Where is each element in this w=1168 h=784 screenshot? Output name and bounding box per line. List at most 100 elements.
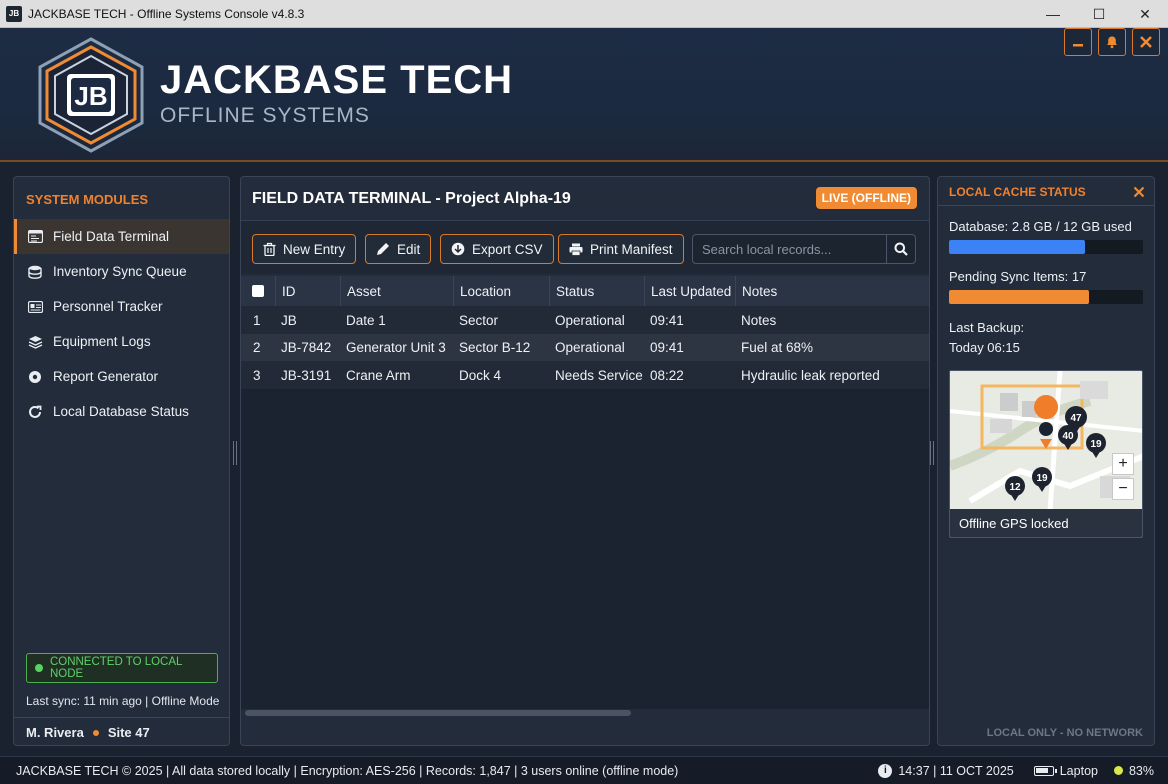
cell-location: Sector B-12 bbox=[459, 340, 531, 355]
window-titlebar: JB JACKBASE TECH - Offline Systems Conso… bbox=[0, 0, 1168, 28]
sidebar-item-label: Report Generator bbox=[53, 369, 159, 384]
print-manifest-button[interactable]: Print Manifest bbox=[558, 234, 684, 264]
last-sync-text: Last sync: 11 min ago | Offline Mode bbox=[26, 694, 220, 708]
brand-subtitle: OFFLINE SYSTEMS bbox=[160, 104, 370, 127]
row-number: 1 bbox=[253, 312, 261, 328]
table-empty-area bbox=[241, 389, 929, 709]
info-icon: i bbox=[878, 763, 893, 778]
export-csv-label: Export CSV bbox=[472, 241, 543, 257]
battery-percent: 83% bbox=[1128, 763, 1154, 778]
cell-asset: Date 1 bbox=[346, 312, 386, 328]
map-pin-label: 19 bbox=[1090, 439, 1102, 450]
print-manifest-label: Print Manifest bbox=[590, 241, 673, 257]
minimize-panel-button[interactable] bbox=[1064, 28, 1092, 56]
laptop-battery-icon bbox=[1033, 765, 1057, 776]
sidebar-item-equipment-logs[interactable]: Equipment Logs bbox=[14, 324, 229, 359]
new-entry-label: New Entry bbox=[283, 241, 346, 257]
map-pin-icon: 12 bbox=[1005, 476, 1025, 501]
sidebar-item-local-database-status[interactable]: Local Database Status bbox=[14, 394, 229, 429]
status-bar-info: JACKBASE TECH © 2025 | All data stored l… bbox=[16, 763, 679, 778]
device-label: Laptop bbox=[1059, 763, 1098, 778]
sidebar-title: SYSTEM MODULES bbox=[26, 192, 149, 207]
status-bar-right: i 14:37 | 11 OCT 2025 Laptop 83% bbox=[878, 763, 1154, 778]
sidebar-resize-handle[interactable] bbox=[233, 441, 237, 465]
map-pin-label: 19 bbox=[1036, 473, 1048, 484]
pencil-icon bbox=[376, 242, 390, 256]
sidebar-item-label: Personnel Tracker bbox=[53, 299, 163, 314]
bell-icon bbox=[1107, 36, 1117, 49]
cell-location: Dock 4 bbox=[459, 367, 502, 383]
close-panel-button[interactable] bbox=[1133, 181, 1145, 203]
map-pin-icon: 40 bbox=[1058, 425, 1078, 450]
cell-status: Operational bbox=[555, 312, 625, 328]
map-pin-icon: 19 bbox=[1086, 433, 1106, 458]
map-pin-label: 12 bbox=[1009, 482, 1021, 493]
horizontal-scrollbar[interactable] bbox=[245, 708, 927, 718]
new-entry-button[interactable]: New Entry bbox=[252, 234, 357, 264]
header-banner: JB JACKBASE TECH OFFLINE SYSTEMS bbox=[0, 28, 1168, 162]
cell-last-updated: 08:22 bbox=[650, 367, 684, 383]
select-all-checkbox-cell bbox=[241, 276, 275, 306]
database-usage-fill bbox=[949, 240, 1085, 254]
site-name: Site 47 bbox=[107, 725, 150, 740]
main-panel: FIELD DATA TERMINAL - Project Alpha-19 L… bbox=[240, 176, 930, 746]
table-row[interactable]: 3 JB-3191 Crane Arm Dock 4 Needs Service… bbox=[241, 361, 929, 390]
select-all-checkbox[interactable] bbox=[252, 285, 264, 297]
table-row[interactable]: 1 JB Date 1 Sector Operational 09:41 Not… bbox=[241, 306, 929, 334]
sidebar-item-label: Local Database Status bbox=[53, 404, 189, 419]
sidebar-item-field-data-terminal[interactable]: Field Data Terminal bbox=[14, 219, 229, 254]
map-zoom-in-button[interactable]: + bbox=[1112, 453, 1134, 475]
sidebar-item-label: Equipment Logs bbox=[53, 334, 151, 349]
cell-location: Sector bbox=[459, 312, 499, 328]
logo-text: JB bbox=[74, 81, 107, 111]
window-minimize-button[interactable]: — bbox=[1030, 0, 1076, 28]
cell-last-updated: 09:41 bbox=[650, 312, 684, 328]
search-input[interactable] bbox=[693, 235, 887, 263]
map-zoom-out-button[interactable]: − bbox=[1112, 478, 1134, 500]
cache-status-panel: LOCAL CACHE STATUS Database: 2.8 GB / 12… bbox=[937, 176, 1155, 746]
status-dot-icon bbox=[35, 664, 43, 672]
column-header-location[interactable]: Location bbox=[453, 276, 549, 306]
sidebar-item-inventory-sync-queue[interactable]: Inventory Sync Queue bbox=[14, 254, 229, 289]
last-backup-value: Today 06:15 bbox=[949, 340, 1020, 355]
map-pin-label: 47 bbox=[1070, 413, 1082, 424]
export-csv-button[interactable]: Export CSV bbox=[440, 234, 554, 264]
cell-last-updated: 09:41 bbox=[650, 340, 684, 355]
search-button[interactable] bbox=[886, 235, 915, 263]
sidebar: SYSTEM MODULES Field Data Terminal Inven… bbox=[13, 176, 230, 746]
column-header-status[interactable]: Status bbox=[549, 276, 644, 306]
window-close-button[interactable]: ✕ bbox=[1122, 0, 1168, 28]
sidebar-nav: Field Data Terminal Inventory Sync Queue… bbox=[14, 219, 229, 429]
column-header-last-updated[interactable]: Last Updated bbox=[644, 276, 735, 306]
records-table: ID Asset Location Status Last Updated No… bbox=[241, 276, 929, 390]
status-bar: JACKBASE TECH © 2025 | All data stored l… bbox=[0, 756, 1168, 784]
battery-status-dot-icon bbox=[1113, 766, 1123, 775]
cell-notes: Hydraulic leak reported bbox=[741, 367, 880, 383]
separator-dot-icon bbox=[92, 729, 99, 736]
export-icon bbox=[451, 242, 465, 256]
pending-sync-fill bbox=[949, 290, 1089, 304]
column-header-asset[interactable]: Asset bbox=[340, 276, 453, 306]
gps-map[interactable]: 47 40 19 12 19 + − Offline GPS locked bbox=[949, 370, 1143, 538]
cell-notes: Notes bbox=[741, 312, 777, 328]
panel-divider bbox=[938, 205, 1154, 206]
notifications-button[interactable] bbox=[1098, 28, 1126, 56]
right-panel-resize-handle[interactable] bbox=[930, 441, 934, 465]
logo-icon: JB bbox=[38, 37, 144, 153]
sidebar-item-label: Field Data Terminal bbox=[53, 229, 170, 244]
search-box bbox=[692, 234, 916, 264]
edit-button[interactable]: Edit bbox=[365, 234, 432, 264]
scrollbar-thumb[interactable] bbox=[245, 710, 631, 716]
window-maximize-button[interactable]: ☐ bbox=[1076, 0, 1122, 28]
sidebar-item-report-generator[interactable]: Report Generator bbox=[14, 359, 229, 394]
column-header-id[interactable]: ID bbox=[275, 276, 340, 306]
printer-icon bbox=[569, 243, 583, 256]
table-row[interactable]: 2 JB-7842 Generator Unit 3 Sector B-12 O… bbox=[241, 334, 929, 361]
database-usage-bar bbox=[949, 240, 1143, 254]
column-header-notes[interactable]: Notes bbox=[735, 276, 929, 306]
row-number: 2 bbox=[253, 340, 261, 355]
close-panel-button[interactable] bbox=[1132, 28, 1160, 56]
cell-status: Operational bbox=[555, 340, 625, 355]
cell-id: JB-3191 bbox=[281, 367, 332, 383]
sidebar-item-personnel-tracker[interactable]: Personnel Tracker bbox=[14, 289, 229, 324]
